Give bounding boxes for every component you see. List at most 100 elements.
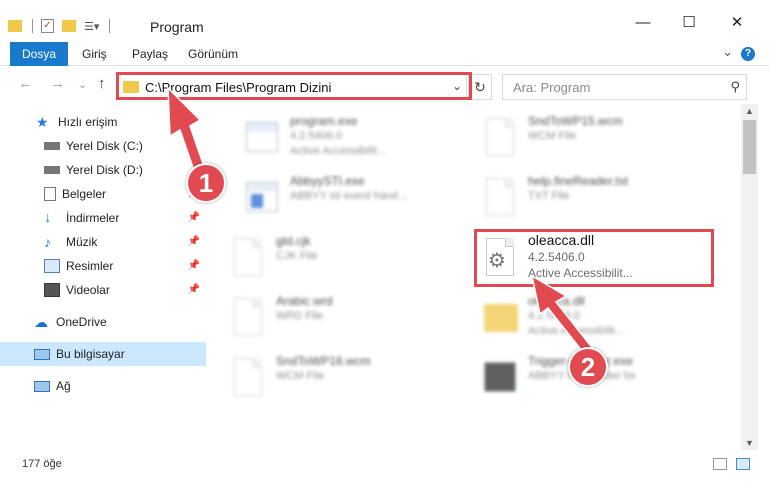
sidebar-item-label: Belgeler (62, 187, 107, 201)
up-button[interactable]: ↑ (98, 75, 106, 92)
tab-view[interactable]: Görünüm (188, 42, 238, 66)
recent-locations-button[interactable]: ⌄ (78, 78, 87, 91)
documents-icon (44, 187, 56, 201)
sidebar-item-music[interactable]: ♪ Müzik 📌 (0, 230, 206, 254)
quick-access-toolbar: ✓ ☰▾ (8, 17, 111, 35)
exe-file-icon (480, 356, 520, 400)
maximize-button[interactable]: ☐ (666, 8, 712, 36)
file-item[interactable]: AbbyySTI.exe ABBYY sti event hand... (242, 170, 462, 226)
file-item[interactable]: help.fineReader.txt TXT File (480, 170, 700, 226)
file-type: WRD File (276, 310, 324, 322)
document-icon (480, 176, 520, 220)
file-name: SndToWP15.wcm (528, 114, 623, 128)
file-item[interactable]: SndToWP15.wcm WCM File (480, 110, 700, 166)
sidebar-item-label: Yerel Disk (D:) (66, 163, 143, 177)
sidebar-item-label: İndirmeler (66, 211, 120, 225)
sidebar-item-onedrive[interactable]: ☁ OneDrive (0, 310, 206, 334)
tab-share[interactable]: Paylaş (132, 42, 168, 66)
sidebar-item-network[interactable]: Ağ (0, 374, 206, 398)
file-type: TXT File (528, 190, 570, 202)
scrollbar-thumb[interactable] (743, 120, 756, 174)
file-name: program.exe (290, 114, 358, 128)
file-item[interactable]: oleacca.dll 4.2.5406.0 Active Accessibil… (480, 290, 700, 346)
sidebar-item-videos[interactable]: Videolar 📌 (0, 278, 206, 302)
close-button[interactable]: ✕ (714, 8, 760, 36)
document-icon (228, 356, 268, 400)
forward-button[interactable]: → (50, 75, 65, 92)
sidebar-item-label: Yerel Disk (C:) (66, 139, 143, 153)
file-item[interactable]: program.exe 4.2.5406.0 Active Accessibil… (242, 110, 462, 166)
window-title: Program (150, 19, 204, 35)
pin-icon[interactable]: 📌 (188, 260, 200, 271)
file-type: WCM File (528, 130, 577, 142)
search-input[interactable]: Ara: Program ⚲ (502, 74, 747, 100)
file-type: WCM File (276, 370, 325, 382)
sidebar-item-disk-c[interactable]: Yerel Disk (C:) (0, 134, 206, 158)
file-description: Active Accessibilit... (528, 325, 624, 337)
file-name: gtd.cjk (276, 234, 311, 248)
large-icons-view-icon[interactable] (736, 458, 750, 470)
pictures-icon (44, 259, 60, 273)
file-name: AbbyySTI.exe (290, 174, 365, 188)
file-description: ABBYY sti event hand... (290, 190, 408, 202)
scroll-down-icon[interactable]: ▼ (745, 438, 754, 448)
sidebar-item-label: Hızlı erişim (58, 115, 118, 129)
file-version: 4.2.5406.0 (290, 130, 342, 142)
scroll-up-icon[interactable]: ▲ (745, 106, 754, 116)
address-highlight (116, 72, 472, 100)
document-icon (480, 116, 520, 160)
computer-icon (34, 348, 50, 360)
sidebar-item-documents[interactable]: Belgeler 📌 (0, 182, 206, 206)
separator (109, 19, 111, 33)
title-bar: ✓ ☰▾ Program — ☐ ✕ (0, 0, 769, 42)
star-icon: ★ (36, 114, 49, 130)
sidebar-item-label: Bu bilgisayar (56, 347, 125, 361)
ribbon-tabs: Dosya Giriş Paylaş Görünüm ⌄ ? (0, 42, 769, 98)
file-item[interactable]: Arabic.wrd WRD File (228, 290, 448, 346)
drive-icon (44, 166, 60, 174)
step-1-badge: 1 (186, 163, 226, 203)
details-view-icon[interactable] (713, 458, 727, 470)
sidebar-item-label: OneDrive (56, 315, 107, 329)
exe-file-icon (242, 176, 282, 220)
file-name: oleacca.dll (528, 294, 585, 308)
sidebar-item-disk-d[interactable]: Yerel Disk (D:) (0, 158, 206, 182)
file-highlight (474, 229, 714, 287)
step-2-badge: 2 (568, 347, 608, 387)
file-version: 4.2.5406.0 (528, 310, 580, 322)
file-description: Active Accessibilit... (290, 145, 386, 157)
separator (32, 19, 33, 33)
file-name: SndToWP16.wcm (276, 354, 371, 368)
properties-icon[interactable]: ✓ (41, 19, 54, 33)
file-item[interactable]: SndToWP16.wcm WCM File (228, 350, 448, 406)
folder-icon[interactable] (8, 20, 22, 32)
sidebar-item-label: Ağ (56, 379, 71, 393)
vertical-scrollbar[interactable]: ▲ ▼ (741, 104, 758, 450)
tab-home[interactable]: Giriş (82, 42, 107, 66)
file-name: help.fineReader.txt (528, 174, 629, 188)
navigation-pane: ★ Hızlı erişim Yerel Disk (C:) Yerel Dis… (0, 108, 206, 450)
document-icon (228, 236, 268, 280)
back-button[interactable]: ← (18, 75, 33, 92)
search-placeholder: Ara: Program (513, 80, 591, 95)
new-folder-icon[interactable] (62, 20, 76, 32)
search-icon: ⚲ (730, 79, 740, 94)
sidebar-item-label: Videolar (66, 283, 110, 297)
file-type: CJK File (276, 250, 318, 262)
help-icon[interactable]: ? (741, 47, 755, 61)
pin-icon[interactable]: 📌 (188, 236, 200, 247)
pin-icon[interactable]: 📌 (188, 212, 200, 223)
sidebar-item-quick-access[interactable]: ★ Hızlı erişim (0, 110, 206, 134)
file-name: Arabic.wrd (276, 294, 333, 308)
network-icon (34, 380, 50, 392)
sidebar-item-pictures[interactable]: Resimler 📌 (0, 254, 206, 278)
minimize-button[interactable]: — (620, 8, 666, 36)
download-icon: ↓ (44, 209, 52, 226)
customize-icon[interactable]: ☰▾ (84, 20, 99, 33)
sidebar-item-downloads[interactable]: ↓ İndirmeler 📌 (0, 206, 206, 230)
pin-icon[interactable]: 📌 (188, 284, 200, 295)
chevron-down-icon[interactable]: ⌄ (722, 44, 733, 60)
sidebar-item-label: Resimler (66, 259, 114, 273)
file-item[interactable]: gtd.cjk CJK File (228, 230, 448, 286)
sidebar-item-this-pc[interactable]: Bu bilgisayar (0, 342, 206, 366)
